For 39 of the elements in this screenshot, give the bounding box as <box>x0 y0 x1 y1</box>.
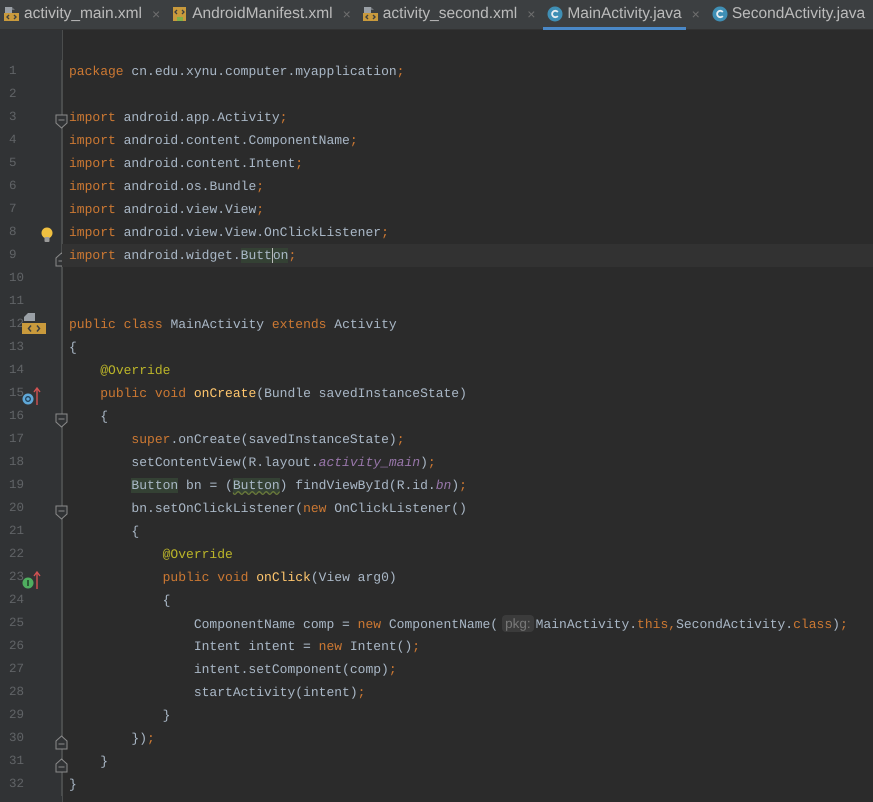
xml-file-icon <box>4 6 20 22</box>
code-line: import android.view.View.OnClickListener; <box>69 224 389 242</box>
code-line: } <box>69 776 77 794</box>
code-line: Intent intent = new Intent(); <box>192 638 420 656</box>
code-line: @Override <box>99 362 170 380</box>
code-line: } <box>162 707 170 725</box>
code-line: import android.view.View; <box>69 201 264 219</box>
code-line: package cn.edu.xynu.computer.myapplication; <box>69 63 404 81</box>
code-line: ComponentName comp = new ComponentName( pkg: MainActivity.this,SecondActivity.class); <box>192 614 848 634</box>
code-line: public class MainActivity extends Activity <box>69 316 397 334</box>
code-line: { <box>162 592 170 610</box>
class-file-icon <box>712 6 728 22</box>
code-line: @Override <box>162 546 233 564</box>
code-line: public void onCreate(Bundle savedInstanceState) <box>99 385 467 403</box>
code-line: bn.setOnClickListener(new OnClickListener() <box>130 500 467 518</box>
code-line: super.onCreate(savedInstanceState); <box>130 431 404 449</box>
manifest-file-icon <box>172 6 188 22</box>
file-tab[interactable]: activity_main.xml <box>0 0 146 30</box>
code-line: { <box>69 339 77 357</box>
file-tab[interactable]: SecondActivity.java <box>708 0 873 30</box>
code-line: import android.content.Intent; <box>69 155 304 173</box>
code-line: startActivity(intent); <box>192 684 366 702</box>
code-line: { <box>130 523 140 541</box>
file-tab[interactable]: AndroidManifest.xml <box>168 0 337 30</box>
code-line: setContentView(R.layout.activity_main); <box>130 454 436 472</box>
code-line: } <box>99 753 108 771</box>
implement-method-icon <box>22 570 42 590</box>
file-tab[interactable]: activity_second.xml <box>358 0 522 30</box>
code-line: import android.widget.Butt on; <box>69 247 296 265</box>
code-line: import android.app.Activity; <box>69 109 288 127</box>
xml-file-icon <box>362 6 379 22</box>
code-line: public void onClick(View arg0) <box>162 569 397 587</box>
code-line: import android.content.ComponentName; <box>69 132 358 150</box>
code-line: Button bn = (Button) findViewById(R.id.bn); <box>130 477 467 495</box>
code-line: import android.os.Bundle; <box>69 178 264 196</box>
code-line: }); <box>130 730 155 748</box>
code-line: { <box>99 408 108 426</box>
code-line: intent.setComponent(comp); <box>192 661 397 679</box>
class-file-icon <box>547 6 564 22</box>
